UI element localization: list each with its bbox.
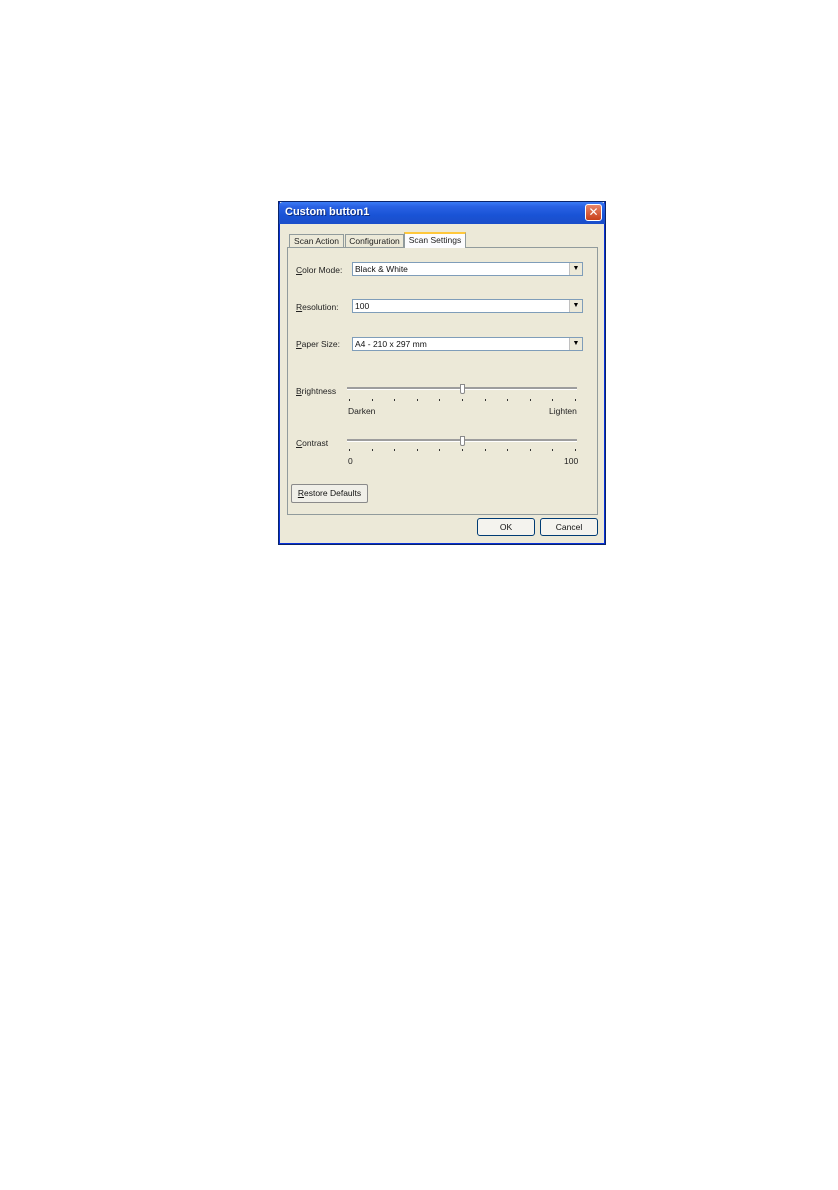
brightness-min-label: Darken <box>348 406 376 416</box>
slider-tick <box>349 449 350 451</box>
resolution-value: 100 <box>355 301 370 311</box>
restore-defaults-button[interactable]: Restore Defaults <box>291 484 368 503</box>
ok-button[interactable]: OK <box>477 518 535 536</box>
slider-tick <box>484 449 486 451</box>
slider-tick <box>507 399 509 401</box>
cancel-button[interactable]: Cancel <box>540 518 598 536</box>
brightness-slider-thumb[interactable] <box>460 384 465 394</box>
color-mode-label: Color Mode: <box>296 265 343 275</box>
slider-tick <box>552 449 554 451</box>
close-icon[interactable]: ✕ <box>585 204 602 221</box>
tab-scan-settings[interactable]: Scan Settings <box>404 232 466 248</box>
contrast-min-label: 0 <box>348 456 353 466</box>
paper-size-select[interactable]: A4 - 210 x 297 mm ▼ <box>352 337 583 351</box>
slider-tick <box>575 399 576 401</box>
tab-configuration[interactable]: Configuration <box>345 234 404 248</box>
dialog-title: Custom button1 <box>285 206 370 218</box>
brightness-max-label: Lighten <box>549 406 577 416</box>
tab-scan-action[interactable]: Scan Action <box>289 234 344 248</box>
custom-button-dialog: Custom button1 ✕ Scan Action Configurati… <box>279 202 605 544</box>
resolution-label: Resolution: <box>296 302 339 312</box>
scan-settings-panel: Color Mode: Black & White ▼ Resolution: … <box>287 247 598 515</box>
slider-tick <box>416 399 418 401</box>
slider-tick <box>371 399 373 401</box>
slider-tick <box>462 399 463 401</box>
contrast-max-label: 100 <box>564 456 579 466</box>
chevron-down-icon[interactable]: ▼ <box>569 300 582 312</box>
slider-tick <box>462 449 463 451</box>
slider-tick <box>371 449 373 451</box>
slider-tick <box>484 399 486 401</box>
slider-tick <box>394 449 396 451</box>
paper-size-value: A4 - 210 x 297 mm <box>355 339 427 349</box>
slider-tick <box>439 449 441 451</box>
slider-tick <box>416 449 418 451</box>
chevron-down-icon[interactable]: ▼ <box>569 263 582 275</box>
slider-tick <box>439 399 441 401</box>
color-mode-select[interactable]: Black & White ▼ <box>352 262 583 276</box>
title-bar[interactable]: Custom button1 ✕ <box>279 202 605 224</box>
slider-tick <box>394 399 396 401</box>
resolution-select[interactable]: 100 ▼ <box>352 299 583 313</box>
slider-tick <box>507 449 509 451</box>
contrast-label: Contrast <box>296 438 329 448</box>
slider-tick <box>529 449 531 451</box>
slider-tick <box>575 449 576 451</box>
color-mode-value: Black & White <box>355 264 408 274</box>
brightness-label: Brightness <box>296 386 337 396</box>
slider-tick <box>529 399 531 401</box>
contrast-slider-thumb[interactable] <box>460 436 465 446</box>
slider-tick <box>349 399 350 401</box>
chevron-down-icon[interactable]: ▼ <box>569 338 582 350</box>
slider-tick <box>552 399 554 401</box>
paper-size-label: Paper Size: <box>296 339 340 349</box>
